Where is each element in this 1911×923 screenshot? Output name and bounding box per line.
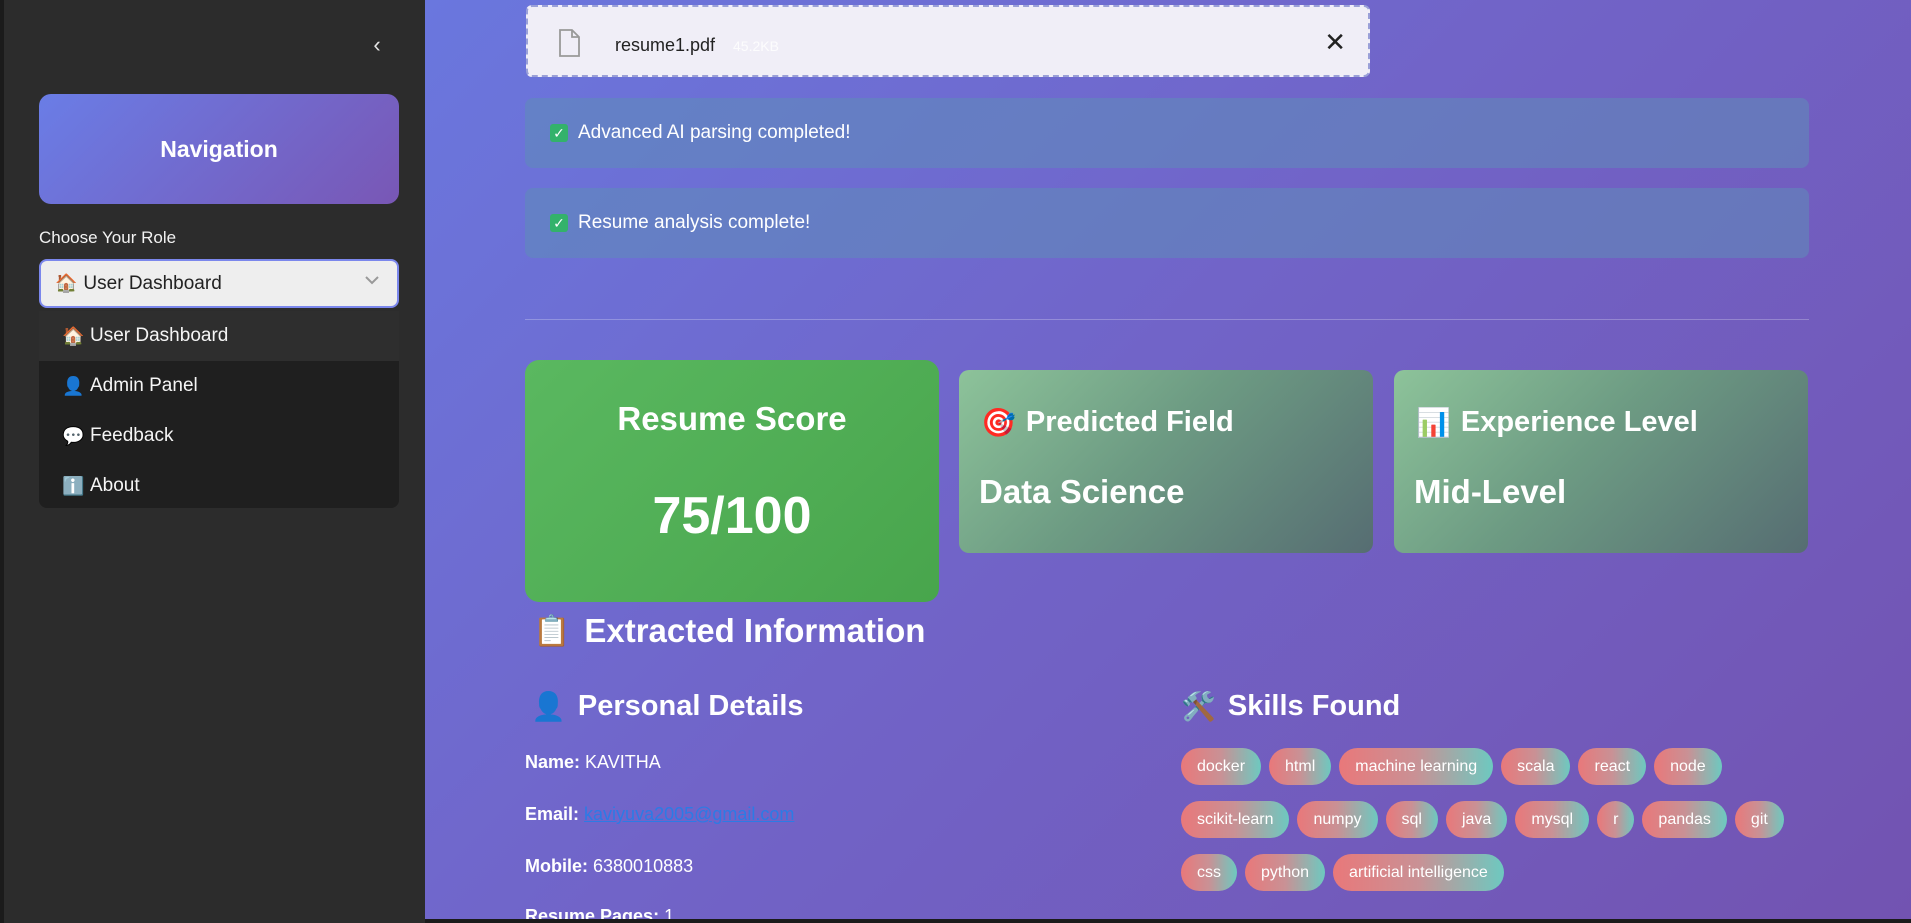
skill-chip: mysql: [1515, 801, 1590, 838]
menu-item-about[interactable]: ℹ️ About: [39, 461, 399, 508]
skill-chip: sql: [1385, 801, 1438, 838]
resume-score-card: Resume Score 75/100: [525, 360, 939, 602]
checkmark-icon: ✓: [550, 124, 568, 142]
skill-chip: pandas: [1642, 801, 1727, 838]
predicted-field-value: Data Science: [979, 473, 1185, 510]
detail-email: Email: kaviyuva2005@gmail.com: [525, 804, 794, 825]
skill-chip: r: [1597, 801, 1635, 838]
skill-chip: artificial intelligence: [1333, 854, 1504, 891]
personal-details-title: Personal Details: [577, 690, 804, 722]
name-label: Name:: [525, 752, 581, 772]
menu-item-label: Feedback: [90, 425, 174, 446]
navigation-header: Navigation: [39, 94, 399, 204]
experience-level-title: Experience Level: [1460, 406, 1698, 438]
skill-chip: css: [1181, 854, 1237, 891]
divider: [525, 319, 1809, 320]
score-title: Resume Score: [617, 400, 847, 437]
skill-chip: react: [1578, 748, 1647, 785]
speech-bubble-icon: 💬: [62, 425, 85, 446]
bar-chart-icon: 📊: [1416, 407, 1451, 438]
skill-chip: scikit-learn: [1181, 801, 1290, 838]
skills-found-title: Skills Found: [1227, 690, 1401, 722]
experience-level-value: Mid-Level: [1414, 473, 1567, 510]
pages-value: 1: [664, 906, 675, 919]
uploaded-file-box: resume1.pdf 45.2KB ✕: [526, 5, 1370, 77]
file-icon: [559, 29, 580, 57]
success-alert-analysis: ✓ Resume analysis complete!: [525, 188, 1809, 258]
target-icon: 🎯: [981, 407, 1016, 438]
menu-item-user-dashboard[interactable]: 🏠 User Dashboard: [39, 311, 399, 361]
role-label: Choose Your Role: [39, 228, 177, 247]
extracted-information-title: Extracted Information: [584, 612, 926, 649]
main-content: resume1.pdf 45.2KB ✕ ✓ Advanced AI parsi…: [425, 0, 1911, 919]
experience-level-card: 📊 Experience Level Mid-Level: [1394, 370, 1808, 553]
email-link[interactable]: kaviyuva2005@gmail.com: [584, 804, 794, 824]
remove-file-close-icon[interactable]: ✕: [1324, 27, 1346, 58]
skill-chip: numpy: [1297, 801, 1378, 838]
skill-chip: docker: [1181, 748, 1262, 785]
success-alert-parsing: ✓ Advanced AI parsing completed!: [525, 98, 1809, 168]
menu-item-feedback[interactable]: 💬 Feedback: [39, 411, 399, 461]
skills-chip-list: docker html machine learning scala react node…: [1181, 748, 1801, 899]
file-size: 45.2KB: [733, 38, 779, 54]
menu-item-label: Admin Panel: [90, 375, 198, 396]
skill-chip: python: [1245, 854, 1326, 891]
predicted-field-title: Predicted Field: [1025, 406, 1234, 438]
personal-details-heading: 👤 Personal Details: [531, 690, 804, 723]
extracted-information-heading: 📋 Extracted Information: [533, 612, 925, 650]
success-message: Resume analysis complete!: [578, 212, 811, 233]
house-icon: 🏠: [62, 325, 85, 346]
sidebar: ‹ Navigation Choose Your Role 🏠 User Das…: [0, 0, 425, 923]
info-icon: ℹ️: [62, 475, 85, 496]
predicted-field-card: 🎯 Predicted Field Data Science: [959, 370, 1373, 553]
skill-chip: html: [1269, 748, 1332, 785]
bottom-border: [425, 919, 1911, 923]
chevron-down-icon[interactable]: [365, 272, 379, 290]
role-select[interactable]: 🏠 User Dashboard: [39, 259, 399, 308]
house-icon: 🏠: [55, 273, 78, 293]
score-value: 75/100: [652, 487, 812, 545]
collapse-sidebar-icon[interactable]: ‹: [362, 30, 392, 60]
skill-chip: git: [1734, 801, 1784, 838]
detail-name: Name: KAVITHA: [525, 752, 661, 773]
skills-found-heading: 🛠️ Skills Found: [1181, 690, 1400, 723]
email-label: Email:: [525, 804, 580, 824]
pages-label: Resume Pages:: [525, 906, 660, 919]
mobile-label: Mobile:: [525, 856, 588, 876]
menu-item-admin-panel[interactable]: 👤 Admin Panel: [39, 361, 399, 411]
skill-chip: scala: [1501, 748, 1571, 785]
detail-mobile: Mobile: 6380010883: [525, 856, 693, 877]
menu-item-label: About: [90, 475, 140, 496]
checkmark-icon: ✓: [550, 214, 568, 232]
name-value: KAVITHA: [585, 752, 661, 772]
role-dropdown-menu: 🏠 User Dashboard 👤 Admin Panel 💬 Feedbac…: [39, 311, 399, 508]
skill-chip: machine learning: [1339, 748, 1494, 785]
skill-chip: java: [1445, 801, 1508, 838]
person-icon: 👤: [62, 375, 85, 396]
menu-item-label: User Dashboard: [90, 325, 229, 346]
detail-resume-pages: Resume Pages: 1: [525, 906, 674, 919]
role-select-value: User Dashboard: [83, 272, 222, 294]
person-icon: 👤: [531, 691, 566, 722]
clipboard-icon: 📋: [533, 614, 571, 648]
skill-chip: node: [1654, 748, 1722, 785]
success-message: Advanced AI parsing completed!: [578, 122, 851, 143]
file-name: resume1.pdf: [615, 35, 716, 55]
mobile-value: 6380010883: [593, 856, 694, 876]
tools-icon: 🛠️: [1181, 691, 1216, 722]
